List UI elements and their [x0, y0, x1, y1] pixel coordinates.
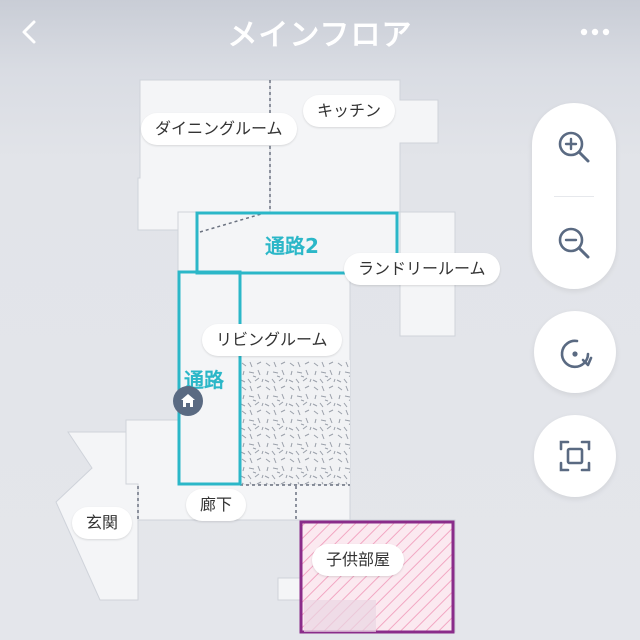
- zoom-controls: [532, 103, 616, 289]
- chevron-left-icon: [22, 20, 36, 44]
- room-label-hallway[interactable]: 廊下: [186, 489, 247, 521]
- zoom-in-button[interactable]: [552, 125, 596, 169]
- home-icon: [181, 394, 195, 407]
- room-shape-kids-annex: [277, 577, 301, 601]
- room-label-dining[interactable]: ダイニングルーム: [141, 113, 297, 145]
- rotate-map-button[interactable]: [534, 311, 616, 393]
- zoom-divider: [554, 196, 594, 197]
- room-label-kitchen[interactable]: キッチン: [303, 95, 396, 127]
- zoom-out-icon: [558, 227, 590, 259]
- home-dock-marker[interactable]: [173, 386, 203, 416]
- header: メインフロア: [0, 0, 640, 64]
- room-label-living[interactable]: リビングルーム: [202, 324, 342, 356]
- room-label-laundry[interactable]: ランドリールーム: [344, 253, 500, 285]
- room-label-entrance[interactable]: 玄関: [72, 507, 133, 539]
- kids-room-shaded: [304, 600, 376, 632]
- more-options-button[interactable]: [572, 14, 618, 50]
- rotate-icon: [560, 339, 593, 369]
- page-title: メインフロア: [227, 18, 413, 53]
- carpet-area: [240, 360, 350, 484]
- back-button[interactable]: [12, 14, 48, 50]
- fit-screen-icon: [559, 440, 591, 472]
- fit-screen-button[interactable]: [534, 415, 616, 497]
- zoom-in-icon: [558, 131, 590, 163]
- zone-label-passage2[interactable]: 通路2: [265, 230, 319, 259]
- more-dots-icon: [580, 28, 610, 36]
- room-label-kids-room[interactable]: 子供部屋: [312, 544, 405, 576]
- zoom-out-button[interactable]: [552, 221, 596, 265]
- room-shape-dining: [137, 79, 271, 231]
